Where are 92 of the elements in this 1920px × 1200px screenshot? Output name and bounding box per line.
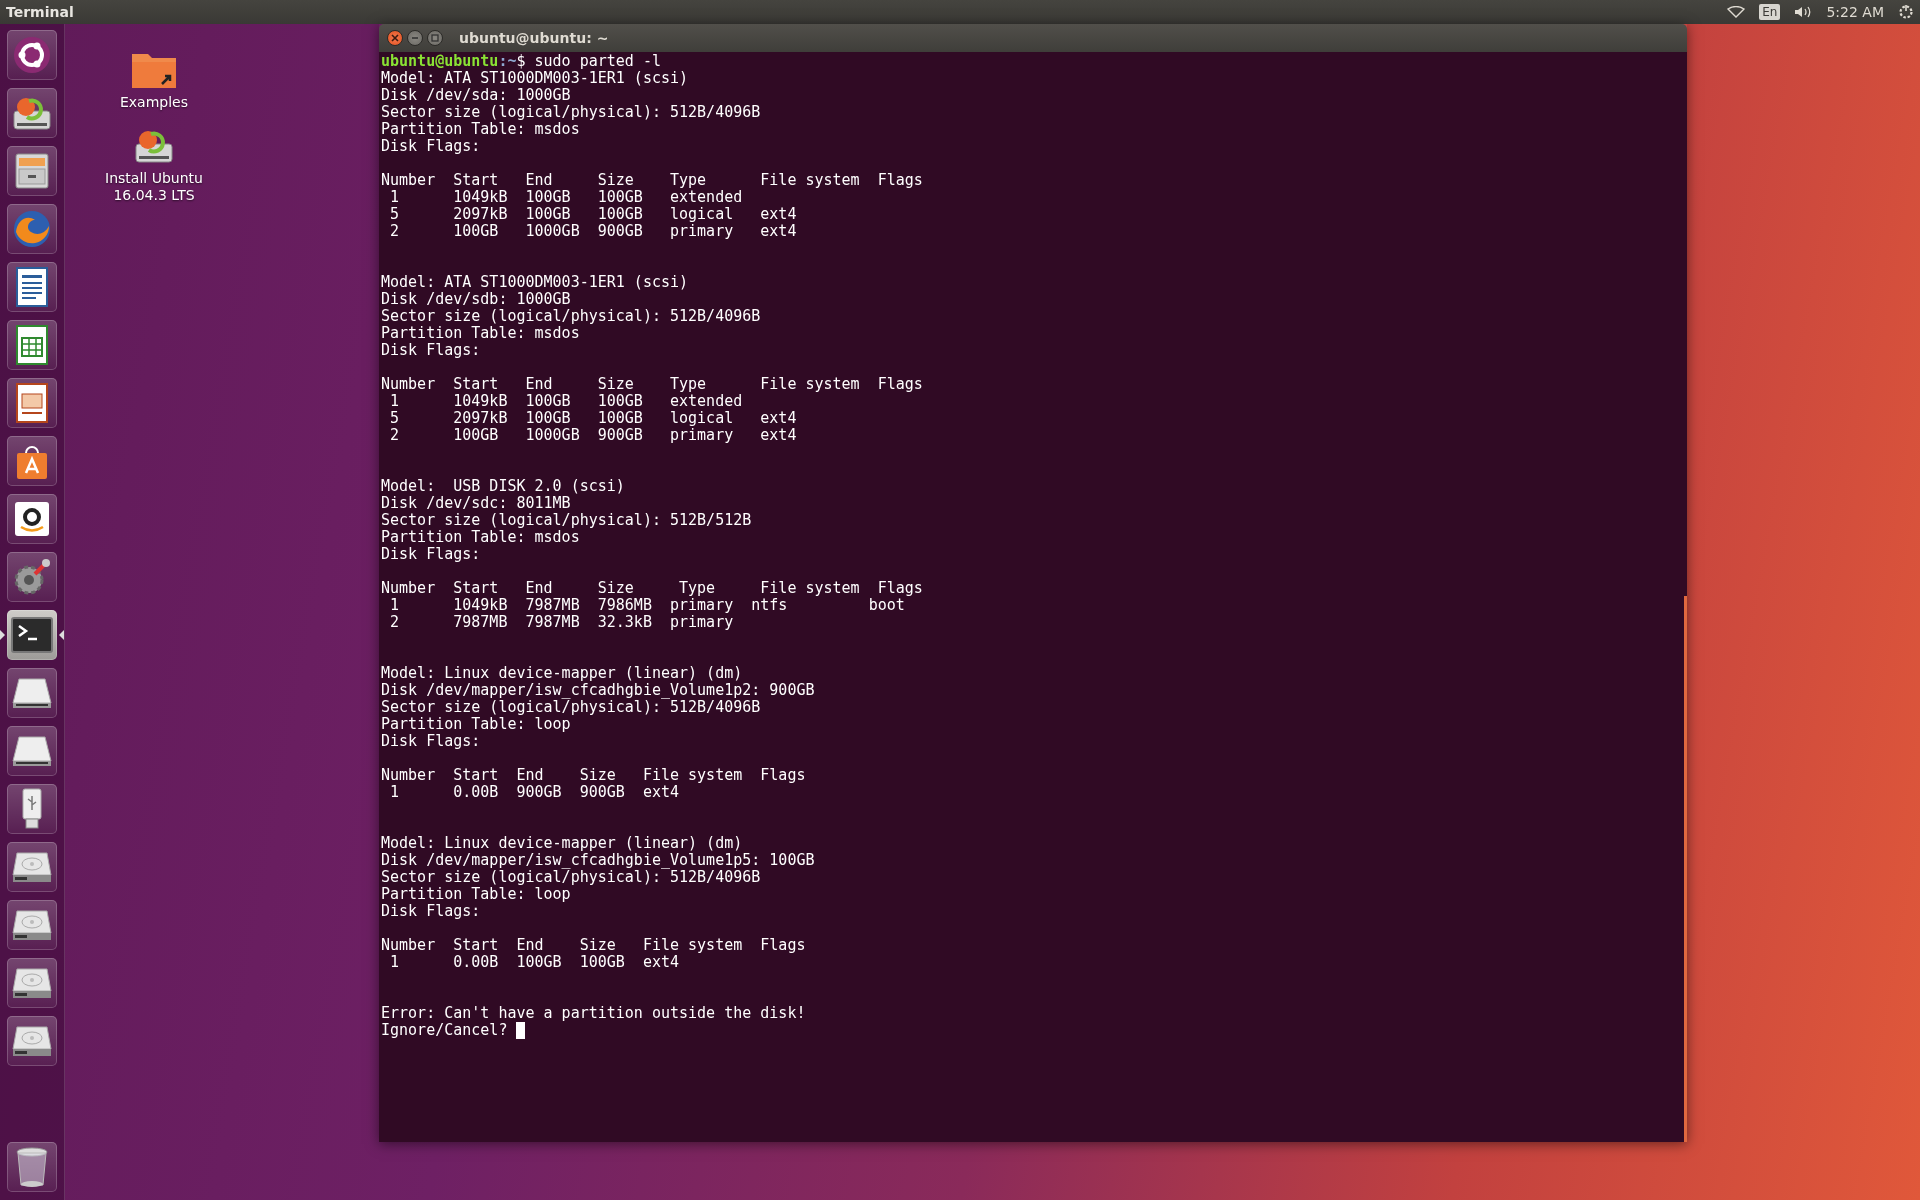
terminal-line: Sector size (logical/physical): 512B/512B (381, 512, 753, 529)
launcher-item[interactable] (7, 436, 57, 486)
minimize-icon (411, 34, 419, 42)
launcher-item[interactable] (7, 610, 57, 660)
terminal-line: Number Start End Size Type File system Flags (381, 172, 924, 189)
terminal-line: 2 100GB 1000GB 900GB primary ext4 (389, 427, 798, 444)
volume-icon[interactable] (1794, 5, 1813, 19)
terminal-line: Sector size (logical/physical): 512B/4096B (381, 104, 762, 121)
terminal-line: Disk /dev/mapper/isw_cfcadhgbie_Volume1p2: 900GB (381, 682, 816, 699)
launcher-item[interactable] (7, 1016, 57, 1066)
launcher-item[interactable] (7, 262, 57, 312)
launcher-item[interactable] (7, 900, 57, 950)
spreadsheet-icon (14, 324, 50, 366)
terminal-line: 2 100GB 1000GB 900GB primary ext4 (389, 223, 798, 240)
launcher-item[interactable] (7, 726, 57, 776)
terminal-line: Disk /dev/mapper/isw_cfcadhgbie_Volume1p5: 100GB (381, 852, 816, 869)
launcher-item[interactable] (7, 30, 57, 80)
minimize-button[interactable] (407, 30, 423, 46)
focus-indicator-icon (59, 630, 64, 640)
terminal-line: 5 2097kB 100GB 100GB logical ext4 (389, 206, 798, 223)
terminal-line: Disk Flags: (381, 138, 482, 155)
launcher-item[interactable] (7, 146, 57, 196)
launcher-item[interactable] (7, 88, 57, 138)
terminal-line: Partition Table: msdos (381, 121, 581, 138)
trash-icon (14, 1146, 50, 1188)
terminal-line: Disk Flags: (381, 342, 482, 359)
terminal-line: Disk Flags: (381, 733, 482, 750)
terminal-line: Number Start End Size Type File system Flags (381, 376, 924, 393)
terminal-line: 1 0.00B 100GB 100GB ext4 (389, 954, 680, 971)
terminal-line: Disk Flags: (381, 546, 482, 563)
maximize-icon (431, 34, 439, 42)
keyboard-layout-indicator[interactable]: En (1759, 4, 1781, 20)
browser-globe-icon (11, 208, 53, 250)
error-line: Error: Can't have a partition outside the disk! (381, 1005, 807, 1022)
launcher-item[interactable] (7, 958, 57, 1008)
power-gear-icon[interactable] (1898, 4, 1914, 20)
terminal-line: Partition Table: loop (381, 716, 572, 733)
launcher-item[interactable] (7, 494, 57, 544)
hard-drive-icon (11, 908, 53, 942)
app-title: Terminal (6, 4, 74, 20)
launcher-item[interactable] (7, 668, 57, 718)
terminal-line: Sector size (logical/physical): 512B/4096B (381, 308, 762, 325)
terminal-line: Model: Linux device-mapper (linear) (dm) (381, 665, 744, 682)
wifi-icon[interactable] (1727, 6, 1746, 18)
hard-drive-icon (11, 850, 53, 884)
launcher-item[interactable] (7, 842, 57, 892)
hard-drive-icon (11, 966, 53, 1000)
terminal-line: Partition Table: loop (381, 886, 572, 903)
maximize-button[interactable] (427, 30, 443, 46)
launcher-item[interactable] (7, 378, 57, 428)
terminal-line: Disk /dev/sda: 1000GB (381, 87, 572, 104)
terminal-line: 2 7987MB 7987MB 32.3kB primary (389, 614, 735, 631)
close-icon (391, 34, 399, 42)
launcher-item[interactable] (7, 784, 57, 834)
clock[interactable]: 5:22 AM (1826, 4, 1884, 20)
terminal-line: 1 1049kB 100GB 100GB extended (389, 393, 744, 410)
terminal-line: Number Start End Size Type File system Flags (381, 580, 924, 597)
terminal-line: Number Start End Size File system Flags (381, 937, 807, 954)
terminal-line: 1 1049kB 100GB 100GB extended (389, 189, 744, 206)
input-prompt: Ignore/Cancel? (381, 1022, 509, 1039)
terminal-line: Partition Table: msdos (381, 325, 581, 342)
terminal-line: Model: ATA ST1000DM003-1ER1 (scsi) (381, 70, 690, 87)
terminal-line: Number Start End Size File system Flags (381, 767, 807, 784)
file-cabinet-icon (12, 151, 52, 191)
removable-drive-icon (11, 734, 53, 768)
terminal-line: Disk /dev/sdb: 1000GB (381, 291, 572, 308)
text-document-icon (14, 266, 50, 308)
terminal-line: Disk Flags: (381, 903, 482, 920)
close-button[interactable] (387, 30, 403, 46)
window-title: ubuntu@ubuntu: ~ (459, 30, 609, 46)
terminal-line: Sector size (logical/physical): 512B/4096B (381, 699, 762, 716)
removable-drive-icon (11, 676, 53, 710)
shopping-smile-icon (12, 499, 52, 539)
desktop-icon-label[interactable]: Examples (120, 94, 188, 111)
terminal-line: Model: USB DISK 2.0 (scsi) (381, 478, 626, 495)
terminal-line: Partition Table: msdos (381, 529, 581, 546)
terminal-line: Model: Linux device-mapper (linear) (dm) (381, 835, 744, 852)
terminal-icon (11, 617, 53, 653)
launcher-item[interactable] (7, 1142, 57, 1192)
terminal-line: 1 1049kB 7987MB 7986MB primary ntfs boot (389, 597, 906, 614)
presentation-icon (14, 382, 50, 424)
hard-drive-icon (11, 1024, 53, 1058)
launcher-item[interactable] (7, 320, 57, 370)
terminal-line: 1 0.00B 900GB 900GB ext4 (389, 784, 680, 801)
terminal-line: Disk /dev/sdc: 8011MB (381, 495, 572, 512)
terminal-line: Sector size (logical/physical): 512B/4096B (381, 869, 762, 886)
usb-drive-icon (20, 788, 44, 830)
terminal-line: Model: ATA ST1000DM003-1ER1 (scsi) (381, 274, 690, 291)
desktop-icon-label[interactable]: Install Ubuntu 16.04.3 LTS (99, 170, 209, 204)
ubuntu-logo-icon (13, 36, 51, 74)
prompt-line: ubuntu@ubuntu:~$ sudo parted -l (381, 53, 662, 70)
terminal-line: 5 2097kB 100GB 100GB logical ext4 (389, 410, 798, 427)
